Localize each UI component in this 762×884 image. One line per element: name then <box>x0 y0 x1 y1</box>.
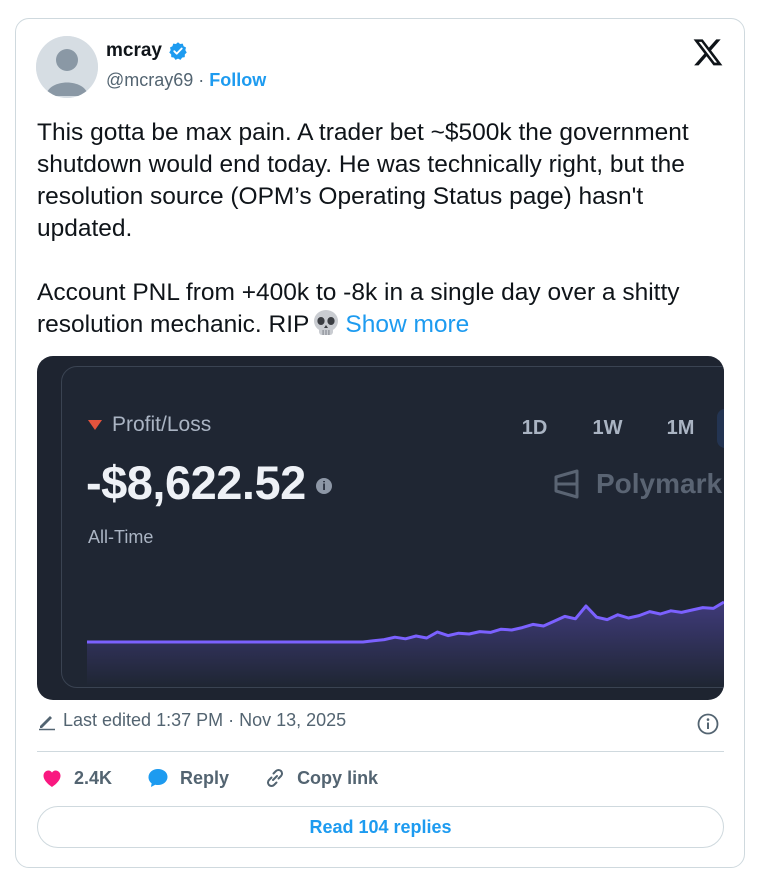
tweet-body: This gotta be max pain. A trader bet ~$5… <box>37 119 689 338</box>
heart-icon <box>43 770 61 787</box>
last-edited-text[interactable]: Last edited 1:37 PM · Nov 13, 2025 <box>63 710 346 731</box>
read-replies-button[interactable]: Read 104 replies <box>37 806 724 848</box>
info-circle-icon[interactable] <box>697 713 719 735</box>
x-logo-icon[interactable] <box>692 36 724 68</box>
author-name[interactable]: mcray <box>106 40 162 62</box>
copy-link-button[interactable]: Copy link <box>263 766 378 790</box>
author-name-row: mcray <box>106 40 188 62</box>
reply-bubble-icon <box>148 769 168 787</box>
action-bar: 2.4K Reply Copy link <box>40 766 412 790</box>
author-handle-row: @mcray69 · Follow <box>106 70 266 91</box>
reply-button[interactable]: Reply <box>146 766 229 790</box>
tweet-media-image[interactable]: Profit/Loss -$8,622.52 i All-Time 1D 1W … <box>37 356 724 700</box>
pencil-icon <box>39 715 55 730</box>
follow-button[interactable]: Follow <box>209 70 266 91</box>
link-icon <box>267 768 284 788</box>
default-avatar-icon <box>36 36 98 98</box>
separator-dot: · <box>198 70 205 90</box>
pnl-line-chart <box>87 600 724 686</box>
skull-icon <box>314 310 339 335</box>
tweet-text: This gotta be max pain. A trader bet ~$5… <box>37 117 737 341</box>
author-handle[interactable]: @mcray69 <box>106 70 193 91</box>
like-button[interactable]: 2.4K <box>40 766 112 790</box>
verified-badge-icon <box>169 42 187 60</box>
avatar[interactable] <box>36 36 98 98</box>
show-more-link[interactable]: Show more <box>345 311 469 338</box>
pnl-area-fill <box>87 602 724 686</box>
divider <box>37 751 724 752</box>
reply-label: Reply <box>180 767 230 788</box>
last-edited-row: Last edited 1:37 PM · Nov 13, 2025 <box>37 710 346 731</box>
copy-link-label: Copy link <box>297 767 379 788</box>
like-count: 2.4K <box>74 767 113 788</box>
